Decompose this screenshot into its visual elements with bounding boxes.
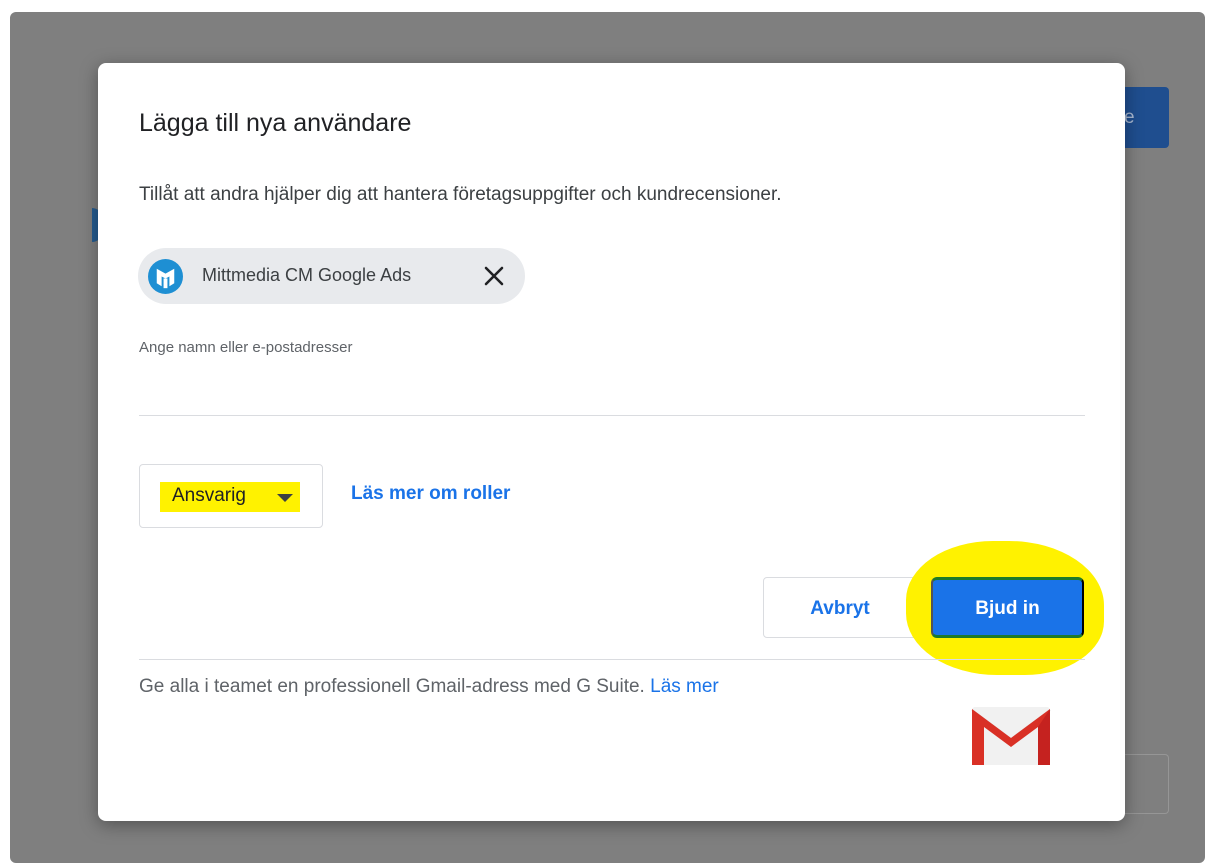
- recipients-input[interactable]: Ange namn eller e-postadresser: [139, 339, 352, 356]
- add-users-dialog: Lägga till nya användare Tillåt att andr…: [98, 63, 1125, 821]
- close-icon[interactable]: [479, 261, 509, 291]
- promo-text: Ge alla i teamet en professionell Gmail-…: [139, 676, 651, 697]
- gmail-icon: [971, 707, 1051, 765]
- user-chip[interactable]: Mittmedia CM Google Ads: [138, 248, 525, 304]
- caret-down-icon: [277, 494, 293, 502]
- section-divider: [139, 659, 1085, 660]
- gsuite-promo: Ge alla i teamet en professionell Gmail-…: [139, 676, 719, 698]
- mittmedia-logo-icon: [148, 259, 183, 294]
- background-field: [1118, 754, 1169, 814]
- learn-about-roles-link[interactable]: Läs mer om roller: [351, 483, 510, 505]
- role-selected-label: Ansvarig: [172, 485, 246, 506]
- cancel-button[interactable]: Avbryt: [763, 577, 917, 638]
- dialog-description: Tillåt att andra hjälper dig att hantera…: [139, 184, 782, 205]
- promo-learn-more-link[interactable]: Läs mer: [650, 676, 719, 697]
- dialog-title: Lägga till nya användare: [139, 109, 412, 137]
- invite-button[interactable]: Bjud in: [931, 577, 1084, 638]
- chip-label: Mittmedia CM Google Ads: [202, 265, 412, 285]
- role-dropdown[interactable]: Ansvarig: [139, 464, 323, 528]
- input-underline: [139, 415, 1085, 416]
